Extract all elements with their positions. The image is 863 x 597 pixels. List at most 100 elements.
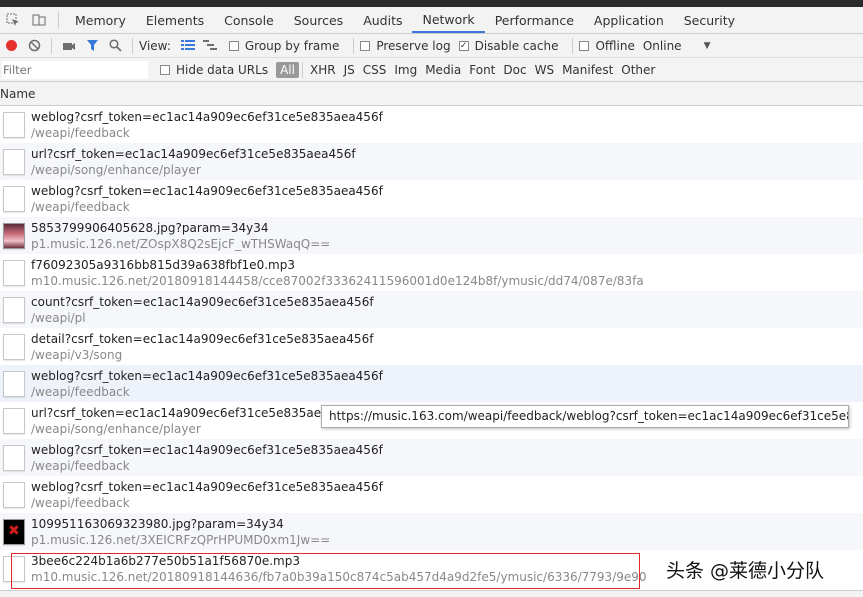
hide-data-urls-label: Hide data URLs (176, 62, 269, 77)
table-row[interactable]: weblog?csrf_token=ec1ac14a909ec6ef31ce5e… (0, 439, 863, 476)
filter-type-all[interactable]: All (276, 61, 299, 78)
devtools-tab-bar: Memory Elements Console Sources Audits N… (0, 7, 863, 34)
throttle-value: Online (642, 38, 682, 53)
table-row[interactable]: url?csrf_token=ec1ac14a909ec6ef31ce5e835… (0, 143, 863, 180)
filter-type-doc[interactable]: Doc (499, 63, 530, 77)
clear-button[interactable] (23, 34, 45, 58)
checkbox-box (160, 64, 170, 75)
preserve-log-label: Preserve log (376, 38, 451, 53)
tab-sources[interactable]: Sources (284, 7, 353, 33)
filter-icon (86, 40, 98, 51)
request-path: p1.music.126.net/3XEICRFzQPrHPUMD0xm1Jw=… (31, 532, 331, 547)
record-button[interactable] (0, 34, 23, 58)
request-path: /weapi/feedback (31, 458, 130, 473)
large-rows-button[interactable] (177, 34, 199, 58)
table-row[interactable]: detail?csrf_token=ec1ac14a909ec6ef31ce5e… (0, 328, 863, 365)
document-icon (3, 481, 25, 508)
highlight-box (11, 553, 640, 589)
preserve-log-checkbox[interactable]: Preserve log (360, 38, 451, 53)
request-name: url?csrf_token=ec1ac14a909ec6ef31ce5e835… (31, 146, 356, 161)
filter-type-manifest[interactable]: Manifest (558, 63, 617, 77)
watermark: 头条 @莱德小分队 (666, 560, 825, 582)
tab-application[interactable]: Application (584, 7, 674, 33)
separator (572, 37, 574, 54)
request-name: weblog?csrf_token=ec1ac14a909ec6ef31ce5e… (31, 479, 383, 494)
filter-type-js[interactable]: JS (340, 63, 359, 77)
table-row[interactable]: weblog?csrf_token=ec1ac14a909ec6ef31ce5e… (0, 106, 863, 143)
hide-data-urls-checkbox[interactable]: Hide data URLs (160, 63, 268, 77)
table-row[interactable]: f76092305a9316bb815d39a638fbf1e0.mp3 m10.… (0, 254, 863, 291)
filter-type-other[interactable]: Other (617, 63, 659, 77)
tab-memory[interactable]: Memory (65, 7, 136, 33)
filter-type-media[interactable]: Media (421, 63, 465, 77)
camera-icon (63, 42, 75, 50)
status-bar (0, 590, 863, 597)
name-column-header[interactable]: Name (0, 82, 863, 106)
request-name: url?csrf_token=ec1ac14a909ec6ef31ce5e835… (31, 405, 356, 420)
filter-type-ws[interactable]: WS (531, 63, 558, 77)
list-view-icon (180, 40, 195, 50)
document-icon (3, 333, 25, 360)
request-name: count?csrf_token=ec1ac14a909ec6ef31ce5e8… (31, 294, 374, 309)
tab-network[interactable]: Network (412, 7, 485, 33)
url-tooltip: https://music.163.com/weapi/feedback/web… (321, 405, 849, 428)
table-row[interactable]: count?csrf_token=ec1ac14a909ec6ef31ce5e8… (0, 291, 863, 328)
separator (58, 12, 59, 28)
request-name: 5853799906405628.jpg?param=34y34 (31, 220, 269, 235)
chevron-down-icon: ▼ (703, 40, 711, 51)
document-icon (3, 111, 25, 138)
capture-screenshots-button[interactable] (58, 34, 80, 58)
broken-image-icon (3, 518, 25, 545)
inspect-element-icon[interactable] (0, 7, 26, 33)
filter-input[interactable] (2, 60, 148, 79)
tab-performance[interactable]: Performance (485, 7, 584, 33)
request-path: /weapi/song/enhance/player (31, 421, 201, 436)
request-path: /weapi/feedback (31, 495, 130, 510)
name-column-label: Name (0, 86, 36, 101)
filter-type-css[interactable]: CSS (359, 63, 391, 77)
offline-checkbox[interactable]: Offline (579, 39, 635, 53)
tab-elements[interactable]: Elements (136, 7, 214, 33)
separator (132, 37, 133, 54)
separator (301, 61, 303, 78)
image-thumbnail-icon (3, 222, 25, 249)
network-toolbar: View: Group by frame Preserve log ✓ Disab… (0, 34, 863, 58)
tab-security[interactable]: Security (674, 7, 745, 33)
disable-cache-checkbox[interactable]: ✓ Disable cache (458, 38, 559, 53)
document-icon (3, 148, 25, 175)
throttle-select[interactable]: Online ▼ (643, 39, 711, 53)
request-path: /weapi/feedback (31, 384, 130, 399)
table-row[interactable]: weblog?csrf_token=ec1ac14a909ec6ef31ce5e… (0, 365, 863, 402)
group-by-frame-label: Group by frame (244, 38, 340, 53)
filter-toggle-button[interactable] (80, 34, 104, 58)
device-toolbar-icon[interactable] (26, 7, 52, 33)
overview-button[interactable] (199, 34, 221, 58)
request-path: m10.music.126.net/20180918144458/cce8700… (31, 273, 644, 288)
search-icon (108, 39, 122, 52)
table-row[interactable]: weblog?csrf_token=ec1ac14a909ec6ef31ce5e… (0, 180, 863, 217)
request-name: 109951163069323980.jpg?param=34y34 (31, 516, 284, 531)
separator (51, 37, 52, 54)
filter-type-font[interactable]: Font (465, 63, 499, 77)
request-path: /weapi/v3/song (31, 347, 123, 362)
table-row[interactable]: 109951163069323980.jpg?param=34y34p1.mus… (0, 513, 863, 550)
filter-type-xhr[interactable]: XHR (306, 63, 340, 77)
waterfall-icon (202, 40, 217, 50)
filter-type-img[interactable]: Img (390, 63, 421, 77)
disable-cache-label: Disable cache (474, 38, 559, 53)
request-list: weblog?csrf_token=ec1ac14a909ec6ef31ce5e… (0, 106, 863, 587)
checkbox-box (360, 40, 371, 51)
search-button[interactable] (104, 34, 126, 58)
record-icon (6, 40, 17, 51)
clear-icon (28, 39, 40, 52)
tab-audits[interactable]: Audits (353, 7, 412, 33)
group-by-frame-checkbox[interactable]: Group by frame (228, 38, 340, 53)
table-row[interactable]: 5853799906405628.jpg?param=34y34 p1.music… (0, 217, 863, 254)
document-icon (3, 444, 25, 471)
separator (353, 37, 355, 54)
filter-bar: Hide data URLs All XHR JS CSS Img Media … (0, 58, 863, 82)
view-label: View: (139, 38, 171, 53)
tab-console[interactable]: Console (214, 7, 284, 33)
request-name: weblog?csrf_token=ec1ac14a909ec6ef31ce5e… (31, 368, 383, 383)
table-row[interactable]: weblog?csrf_token=ec1ac14a909ec6ef31ce5e… (0, 476, 863, 513)
